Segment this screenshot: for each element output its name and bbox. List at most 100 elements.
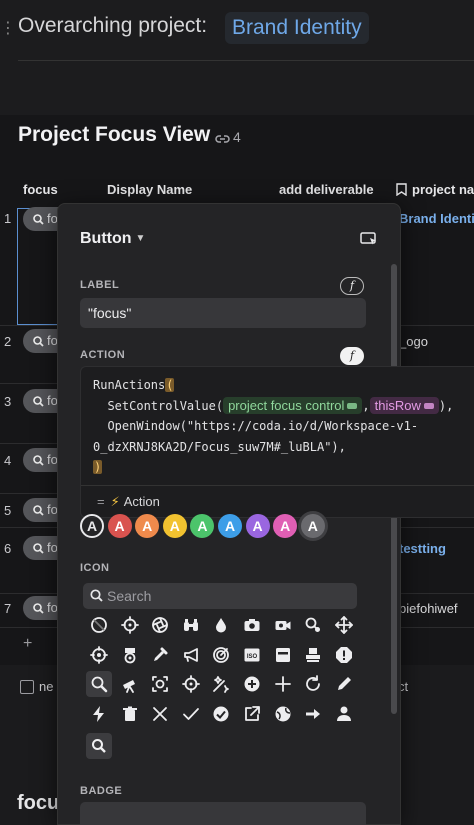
stamp-icon[interactable] — [300, 642, 326, 668]
close-icon[interactable] — [147, 701, 173, 727]
search-icon — [33, 603, 44, 614]
search-icon — [33, 214, 44, 225]
color-swatch[interactable]: A — [80, 514, 104, 538]
icon-section-title: ICON — [80, 562, 110, 574]
project-name-cell[interactable]: Brand Identi — [399, 211, 474, 226]
brand-identity-chip[interactable]: Brand Identity — [225, 12, 369, 44]
color-swatch[interactable]: A — [245, 514, 270, 538]
row-number: 1 — [4, 211, 12, 226]
action-section-title: ACTION — [80, 349, 126, 361]
add-circle-icon[interactable] — [239, 671, 265, 697]
overarching-label: Overarching project: — [18, 14, 208, 37]
action-formula-editor[interactable]: RunActions( SetControlValue(project focu… — [80, 366, 474, 518]
link-count[interactable]: 4 — [215, 129, 241, 145]
telescope-icon[interactable] — [117, 671, 143, 697]
result-type: Action — [123, 494, 160, 509]
ai-magic-icon[interactable] — [208, 671, 234, 697]
crosshair-icon[interactable] — [117, 612, 143, 638]
divider — [81, 485, 474, 486]
check-icon[interactable] — [178, 701, 204, 727]
column-header-focus[interactable]: focus — [23, 182, 58, 197]
icon-search-input[interactable]: Search — [83, 583, 357, 609]
svg-text:ISO: ISO — [247, 654, 258, 660]
color-swatch[interactable]: A — [273, 514, 298, 538]
chevron-down-icon: ▼ — [135, 233, 146, 244]
badge-award-icon[interactable] — [117, 642, 143, 668]
megaphone-icon[interactable] — [178, 642, 204, 668]
drag-handle-icon[interactable]: ⋮ — [0, 18, 16, 38]
search-icon[interactable] — [86, 671, 112, 697]
row-number: 2 — [4, 334, 12, 349]
refresh-icon[interactable] — [300, 671, 326, 697]
aperture-icon[interactable] — [147, 612, 173, 638]
color-swatch[interactable]: A — [218, 514, 242, 538]
column-header-project-name-label: project na — [412, 182, 474, 197]
cursor-select-icon[interactable] — [360, 232, 378, 251]
window-icon[interactable] — [270, 642, 296, 668]
column-header-add-deliverable[interactable]: add deliverable — [279, 182, 374, 197]
drop-icon[interactable] — [208, 612, 234, 638]
camera-icon[interactable] — [239, 612, 265, 638]
globe-icon[interactable] — [270, 701, 296, 727]
equals-sign: = — [97, 494, 105, 509]
thisrow-label: thisRow — [374, 397, 421, 413]
search-settings-icon[interactable] — [300, 612, 326, 638]
eyedropper-icon[interactable] — [147, 642, 173, 668]
column-header-display-name[interactable]: Display Name — [107, 182, 192, 197]
search-icon — [33, 543, 44, 554]
control-reference-chip[interactable]: project focus control — [223, 396, 363, 414]
pencil-icon[interactable] — [331, 671, 357, 697]
badge-input[interactable] — [80, 802, 366, 825]
radar-target-icon[interactable] — [208, 642, 234, 668]
formula-result: = ⚡ Action — [97, 494, 160, 510]
color-swatch[interactable]: A — [135, 514, 160, 538]
row-number: 3 — [4, 394, 12, 409]
project-name-cell[interactable]: piefohiwef — [399, 601, 458, 616]
binoculars-icon[interactable] — [178, 612, 204, 638]
control-type-label: Button — [80, 230, 132, 247]
link-icon — [215, 135, 230, 143]
color-swatch[interactable]: A — [107, 514, 132, 538]
control-type-dropdown[interactable]: Button ▼ — [80, 230, 145, 248]
search-icon — [33, 455, 44, 466]
arrow-right-icon[interactable] — [300, 701, 326, 727]
lightning-icon[interactable] — [86, 701, 112, 727]
search-icon — [33, 396, 44, 407]
person-icon[interactable] — [331, 701, 357, 727]
move-icon[interactable] — [331, 612, 357, 638]
formula-line-openwindow: OpenWindow("https://coda.io/d/Workspace-… — [93, 419, 419, 433]
formula-toggle-label[interactable]: f — [340, 277, 364, 295]
plus-icon[interactable] — [270, 671, 296, 697]
project-name-cell[interactable]: _ogo — [399, 334, 428, 349]
checkbox[interactable] — [20, 680, 34, 694]
block-icon[interactable] — [86, 612, 112, 638]
check-circle-icon[interactable] — [208, 701, 234, 727]
iso-icon[interactable]: ISO — [239, 642, 265, 668]
formula-line-url: 0_dzXRNJ8KA2D/Focus_suw7M#_luBLA"), — [93, 439, 346, 454]
project-name-cell[interactable]: testting — [399, 541, 446, 556]
formula-paren: ) — [93, 460, 103, 474]
video-camera-icon[interactable] — [270, 612, 296, 638]
selected-icon-preview[interactable] — [86, 733, 112, 759]
badge-section-title: BADGE — [80, 785, 123, 797]
row-number: 7 — [4, 601, 12, 616]
target-icon[interactable] — [86, 642, 112, 668]
trash-icon[interactable] — [117, 701, 143, 727]
thisrow-chip[interactable]: thisRow — [369, 396, 439, 414]
external-link-icon[interactable] — [239, 701, 265, 727]
lightning-icon: ⚡ — [110, 494, 120, 509]
search-icon — [92, 739, 106, 753]
overarching-header: ⋮ Overarching project: Brand Identity — [0, 0, 474, 115]
formula-toggle-action[interactable]: f — [340, 347, 364, 365]
color-swatch[interactable]: A — [300, 514, 325, 538]
focus-rotate-icon[interactable] — [178, 671, 204, 697]
color-swatch[interactable]: A — [162, 514, 187, 538]
column-header-project-name[interactable]: project na — [396, 182, 474, 197]
formula-paren: ( — [165, 378, 175, 392]
add-row-button[interactable]: + — [23, 635, 32, 653]
alert-octagon-icon[interactable] — [331, 642, 357, 668]
chip-menu-icon — [423, 402, 434, 409]
screenshot-icon[interactable] — [147, 671, 173, 697]
icon-search-placeholder: Search — [107, 588, 152, 604]
label-input[interactable]: "focus" — [80, 298, 366, 328]
